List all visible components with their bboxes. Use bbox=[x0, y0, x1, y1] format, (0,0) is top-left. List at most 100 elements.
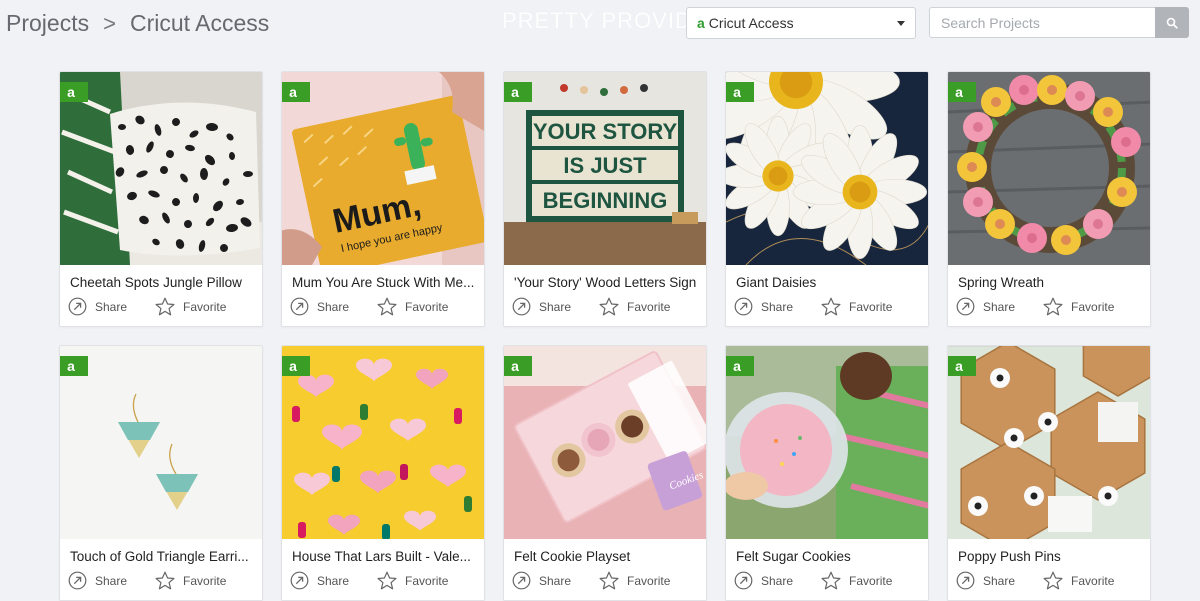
favorite-button[interactable]: Favorite bbox=[1043, 297, 1114, 316]
project-title[interactable]: 'Your Story' Wood Letters Sign bbox=[514, 275, 700, 290]
project-title[interactable]: Giant Daisies bbox=[736, 275, 922, 290]
project-thumbnail[interactable]: Cookies a bbox=[504, 346, 706, 539]
project-card[interactable]: a Poppy Push Pins Share Favorite bbox=[947, 345, 1151, 601]
search-input[interactable] bbox=[929, 7, 1155, 38]
favorite-button[interactable]: Favorite bbox=[821, 571, 892, 590]
favorite-button[interactable]: Favorite bbox=[377, 571, 448, 590]
share-button[interactable]: Share bbox=[734, 571, 793, 590]
share-button[interactable]: Share bbox=[290, 297, 349, 316]
svg-text:YOUR STORY: YOUR STORY bbox=[533, 119, 678, 144]
cricut-access-badge-icon: a bbox=[504, 82, 532, 102]
badge-letter: a bbox=[289, 84, 297, 100]
project-title[interactable]: Felt Sugar Cookies bbox=[736, 549, 922, 564]
project-grid: a Cheetah Spots Jungle Pillow Share Favo… bbox=[59, 71, 1151, 601]
project-card[interactable]: a Cheetah Spots Jungle Pillow Share Favo… bbox=[59, 71, 263, 327]
project-thumbnail-image bbox=[948, 72, 1150, 265]
badge-letter: a bbox=[289, 358, 297, 374]
favorite-button[interactable]: Favorite bbox=[1043, 571, 1114, 590]
cricut-access-badge-icon: a bbox=[282, 82, 310, 102]
badge-letter: a bbox=[511, 84, 519, 100]
share-label: Share bbox=[983, 573, 1016, 588]
project-card[interactable]: a Giant Daisies Share Favorite bbox=[725, 71, 929, 327]
share-icon bbox=[68, 571, 87, 590]
badge-letter: a bbox=[67, 84, 75, 100]
favorite-label: Favorite bbox=[183, 573, 227, 588]
card-actions: Share Favorite bbox=[68, 297, 254, 316]
card-actions: Share Favorite bbox=[734, 571, 920, 590]
cricut-access-badge-icon: a bbox=[60, 82, 88, 102]
star-icon bbox=[377, 297, 397, 316]
favorite-label: Favorite bbox=[1071, 299, 1115, 314]
favorite-label: Favorite bbox=[627, 299, 671, 314]
cricut-access-badge-icon: a bbox=[726, 82, 754, 102]
cricut-access-badge-icon: a bbox=[504, 356, 532, 376]
project-card[interactable]: Mum, I hope you are happy a Mum You Are … bbox=[281, 71, 485, 327]
share-label: Share bbox=[761, 573, 794, 588]
project-thumbnail[interactable]: a bbox=[60, 72, 262, 265]
favorite-button[interactable]: Favorite bbox=[599, 297, 670, 316]
share-button[interactable]: Share bbox=[290, 571, 349, 590]
project-thumbnail-image bbox=[726, 346, 928, 539]
share-button[interactable]: Share bbox=[68, 571, 127, 590]
star-icon bbox=[155, 571, 175, 590]
project-thumbnail[interactable]: a bbox=[60, 346, 262, 539]
project-thumbnail[interactable]: a bbox=[282, 346, 484, 539]
star-icon bbox=[377, 571, 397, 590]
share-button[interactable]: Share bbox=[956, 571, 1015, 590]
badge-letter: a bbox=[955, 84, 963, 100]
project-title[interactable]: Cheetah Spots Jungle Pillow bbox=[70, 275, 256, 290]
share-button[interactable]: Share bbox=[68, 297, 127, 316]
project-thumbnail[interactable]: a bbox=[726, 72, 928, 265]
project-card[interactable]: Cookies a Felt Cookie Playset Share Favo… bbox=[503, 345, 707, 601]
project-card[interactable]: a Touch of Gold Triangle Earri... Share … bbox=[59, 345, 263, 601]
project-title[interactable]: Touch of Gold Triangle Earri... bbox=[70, 549, 256, 564]
project-card[interactable]: a Spring Wreath Share Favorite bbox=[947, 71, 1151, 327]
favorite-button[interactable]: Favorite bbox=[155, 297, 226, 316]
project-card[interactable]: YOUR STORY IS JUST BEGINNING a 'Your Sto… bbox=[503, 71, 707, 327]
project-card[interactable]: a Felt Sugar Cookies Share Favorite bbox=[725, 345, 929, 601]
project-thumbnail-image bbox=[282, 346, 484, 539]
breadcrumb-projects-link[interactable]: Projects bbox=[6, 10, 89, 37]
badge-letter: a bbox=[511, 358, 519, 374]
card-actions: Share Favorite bbox=[956, 297, 1142, 316]
project-card[interactable]: a House That Lars Built - Vale... Share … bbox=[281, 345, 485, 601]
favorite-label: Favorite bbox=[849, 573, 893, 588]
project-title[interactable]: Mum You Are Stuck With Me... bbox=[292, 275, 478, 290]
breadcrumb-separator: > bbox=[103, 10, 116, 36]
top-bar: Projects > Cricut Access PRETTY PROVIDEN… bbox=[0, 0, 1200, 50]
badge-letter: a bbox=[733, 84, 741, 100]
project-thumbnail[interactable]: Mum, I hope you are happy a bbox=[282, 72, 484, 265]
project-thumbnail[interactable]: a bbox=[948, 72, 1150, 265]
share-label: Share bbox=[317, 573, 350, 588]
cricut-access-badge-icon: a bbox=[948, 356, 976, 376]
favorite-label: Favorite bbox=[183, 299, 227, 314]
share-label: Share bbox=[95, 299, 128, 314]
project-thumbnail-image: Mum, I hope you are happy bbox=[282, 72, 484, 265]
share-button[interactable]: Share bbox=[512, 571, 571, 590]
share-button[interactable]: Share bbox=[956, 297, 1015, 316]
card-actions: Share Favorite bbox=[512, 571, 698, 590]
access-filter-dropdown[interactable]: a Cricut Access bbox=[686, 7, 916, 39]
share-icon bbox=[68, 297, 87, 316]
cricut-access-badge-icon: a bbox=[948, 82, 976, 102]
share-button[interactable]: Share bbox=[734, 297, 793, 316]
project-thumbnail-image: Cookies bbox=[504, 346, 706, 539]
project-title[interactable]: Spring Wreath bbox=[958, 275, 1144, 290]
share-icon bbox=[734, 297, 753, 316]
favorite-button[interactable]: Favorite bbox=[155, 571, 226, 590]
project-thumbnail-image bbox=[948, 346, 1150, 539]
badge-letter: a bbox=[733, 358, 741, 374]
favorite-button[interactable]: Favorite bbox=[377, 297, 448, 316]
share-icon bbox=[956, 571, 975, 590]
project-title[interactable]: Poppy Push Pins bbox=[958, 549, 1144, 564]
project-title[interactable]: Felt Cookie Playset bbox=[514, 549, 700, 564]
project-thumbnail[interactable]: YOUR STORY IS JUST BEGINNING a bbox=[504, 72, 706, 265]
favorite-button[interactable]: Favorite bbox=[821, 297, 892, 316]
project-thumbnail-image: YOUR STORY IS JUST BEGINNING bbox=[504, 72, 706, 265]
project-title[interactable]: House That Lars Built - Vale... bbox=[292, 549, 478, 564]
share-button[interactable]: Share bbox=[512, 297, 571, 316]
favorite-button[interactable]: Favorite bbox=[599, 571, 670, 590]
project-thumbnail[interactable]: a bbox=[948, 346, 1150, 539]
project-thumbnail[interactable]: a bbox=[726, 346, 928, 539]
search-button[interactable] bbox=[1155, 7, 1189, 38]
